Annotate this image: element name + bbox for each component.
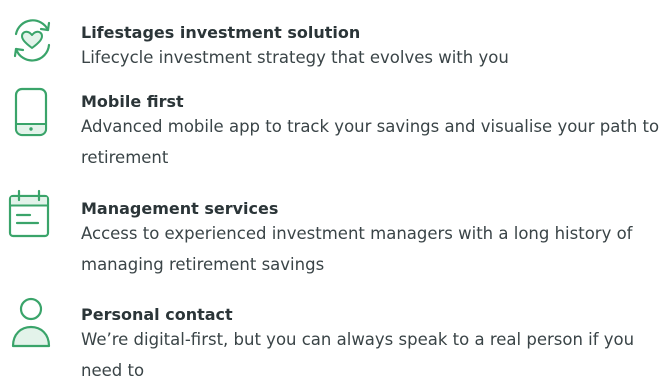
recycle-heart-icon xyxy=(4,12,58,66)
calendar-icon xyxy=(4,186,58,240)
feature-title: Mobile first xyxy=(81,92,184,111)
feature-title: Personal contact xyxy=(81,305,233,324)
feature-title: Management services xyxy=(81,199,279,218)
feature-description: Lifecycle investment strategy that evolv… xyxy=(81,48,509,67)
feature-description: We’re digital-first, but you can always … xyxy=(81,330,635,380)
feature-description: Access to experienced investment manager… xyxy=(81,224,633,274)
feature-description: Advanced mobile app to track your saving… xyxy=(81,117,660,167)
feature-title: Lifestages investment solution xyxy=(81,23,361,42)
mobile-phone-icon xyxy=(4,86,58,140)
person-icon xyxy=(4,294,58,348)
